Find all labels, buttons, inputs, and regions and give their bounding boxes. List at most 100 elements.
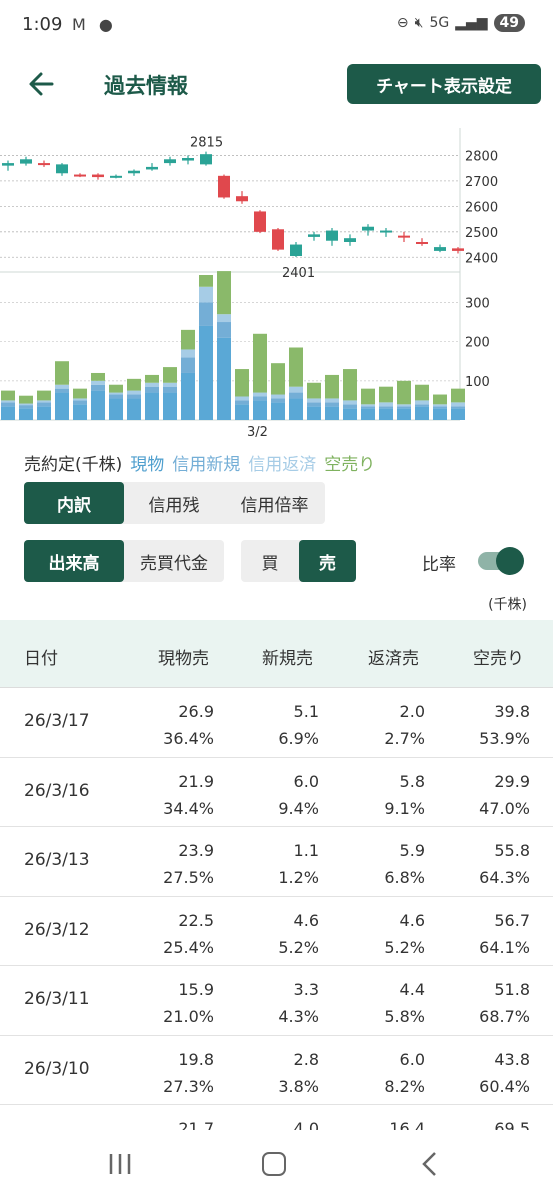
row-cell: 6.0 9.4%: [278, 768, 319, 822]
volume-bar-segment: [361, 408, 375, 420]
tab-margin-ratio[interactable]: 信用倍率: [224, 482, 325, 524]
volume-bar-segment: [415, 404, 429, 407]
battery-icon: 49: [493, 14, 525, 32]
candle-body: [416, 242, 428, 244]
back-arrow-icon[interactable]: [24, 66, 60, 102]
table-row: 26/3/16 21.9 34.4% 6.0 9.4% 5.8 9.1% 29.9 47.0%: [0, 758, 553, 827]
row-cell: 29.9 47.0%: [479, 768, 530, 822]
volume-bar-segment: [19, 405, 33, 409]
volume-bar-segment: [343, 404, 357, 409]
row-cell: 21.7: [178, 1115, 214, 1130]
volume-bar-segment: [361, 404, 375, 407]
volume-bar-segment: [1, 406, 15, 420]
candle-body: [380, 230, 392, 233]
row-cell: 4.6 5.2%: [278, 907, 319, 961]
candle-body: [38, 163, 50, 166]
cell-value: 5.1: [293, 702, 319, 721]
candle-body: [434, 247, 446, 251]
candle-body: [344, 238, 356, 242]
data-table[interactable]: 26/3/17 26.9 36.4% 5.1 6.9% 2.0 2.7% 39.8 53.9% 2…: [0, 688, 553, 1130]
volume-bar-segment: [199, 325, 213, 420]
price-tick-label: 2800: [465, 149, 498, 164]
row-cell: 6.0 8.2%: [384, 1046, 425, 1100]
volume-bar-segment: [253, 400, 267, 420]
cell-value: 5.8: [399, 771, 425, 791]
cell-value: 4.6: [293, 910, 319, 930]
cell-ratio: 27.5%: [163, 868, 214, 887]
row-cell: 39.8 53.9%: [479, 698, 530, 752]
row-cell: 4.4 5.8%: [384, 976, 425, 1030]
cell-ratio: 6.9%: [278, 729, 319, 748]
volume-bar-segment: [415, 400, 429, 405]
cell-ratio: 4.3%: [278, 1007, 319, 1026]
tab-volume[interactable]: 出来高: [24, 540, 124, 582]
tab-breakdown[interactable]: 内訳: [24, 482, 124, 524]
candle-body: [182, 158, 194, 161]
col-genbutsu-sell: 現物売: [158, 649, 209, 669]
cell-value: 21.7: [178, 1119, 214, 1130]
row-cell: 5.8 9.1%: [384, 768, 425, 822]
volume-bar-segment: [379, 408, 393, 420]
low-price-label: 2401: [282, 266, 315, 281]
chart-settings-button[interactable]: チャート表示設定: [347, 64, 541, 104]
breakdown-tabs: 内訳 信用残 信用倍率: [24, 482, 325, 524]
volume-bar-segment: [307, 402, 321, 407]
candle-body: [92, 174, 104, 178]
row-cell: 23.9 27.5%: [163, 837, 214, 891]
page-title: 過去情報: [104, 74, 188, 98]
unit-label: (千株): [488, 597, 527, 613]
tab-sell[interactable]: 売: [299, 540, 356, 582]
volume-bar-segment: [73, 388, 87, 399]
volume-bar-segment: [109, 392, 123, 395]
row-cell: 4.6 5.2%: [384, 907, 425, 961]
legend-title: 売約定(千株): [24, 455, 123, 475]
volume-bar-segment: [163, 382, 177, 387]
stock-chart[interactable]: 2800 2700 2600 2500 2400 300 200 100 2815 2401 3/2: [0, 120, 553, 440]
volume-bar-segment: [379, 406, 393, 409]
cell-ratio: 64.3%: [479, 868, 530, 887]
chart-legend: 売約定(千株) 現物 信用新規 信用返済 空売り: [24, 450, 375, 475]
tab-trading-value[interactable]: 売買代金: [124, 540, 224, 582]
volume-bar-segment: [19, 403, 33, 406]
volume-bar-segment: [361, 406, 375, 409]
home-icon[interactable]: [262, 1152, 286, 1176]
row-date: 26/3/10: [24, 1058, 90, 1079]
row-date: 26/3/13: [24, 850, 90, 870]
volume-bar-segment: [109, 384, 123, 393]
row-cell: 55.8 64.3%: [479, 837, 530, 891]
volume-bar-segment: [1, 400, 15, 403]
candle-body: [218, 175, 230, 198]
volume-bar-segment: [199, 302, 213, 326]
volume-bar-segment: [361, 388, 375, 405]
volume-bar-segment: [325, 402, 339, 407]
candle-body: [74, 174, 86, 177]
volume-bar-segment: [163, 386, 177, 393]
cell-value: 55.8: [494, 841, 530, 860]
cell-value: 56.7: [494, 910, 530, 930]
price-tick-label: 2400: [465, 251, 498, 266]
tab-buy[interactable]: 買: [241, 540, 299, 582]
volume-bar-segment: [127, 394, 141, 399]
volume-bar-segment: [397, 404, 411, 407]
volume-bar-segment: [181, 349, 195, 358]
volume-bar-segment: [217, 337, 231, 420]
cell-value: 4.6: [399, 910, 425, 930]
candle-body: [254, 211, 266, 232]
volume-bar-segment: [37, 400, 51, 403]
recent-apps-icon[interactable]: [106, 1152, 134, 1176]
volume-bar-segment: [253, 392, 267, 397]
volume-bar-segment: [19, 395, 33, 404]
row-cell: 3.3 4.3%: [278, 976, 319, 1030]
volume-bar-segment: [397, 406, 411, 409]
volume-bar-segment: [127, 398, 141, 420]
tab-margin-balance[interactable]: 信用残: [124, 482, 224, 524]
nav-back-icon[interactable]: [418, 1150, 442, 1178]
candle-body: [2, 163, 14, 166]
volume-bar-segment: [397, 408, 411, 420]
volume-bar-segment: [181, 329, 195, 350]
ratio-toggle[interactable]: [478, 547, 524, 575]
volume-bar-segment: [289, 398, 303, 420]
volume-bar-segment: [37, 402, 51, 407]
candle-body: [362, 226, 374, 231]
cell-ratio: 36.4%: [163, 729, 214, 748]
